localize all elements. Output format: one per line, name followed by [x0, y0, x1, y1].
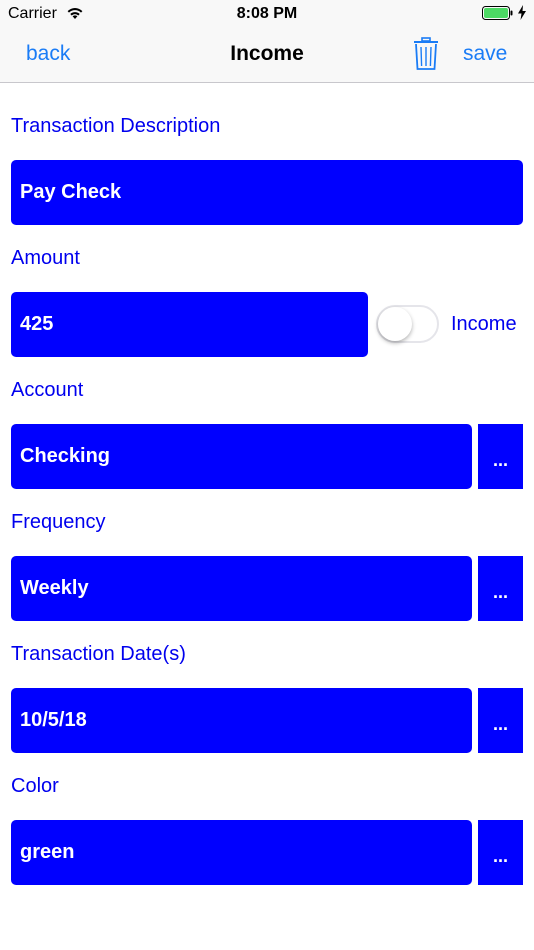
income-toggle-label: Income [451, 313, 517, 335]
frequency-more-button[interactable]: ... [478, 556, 523, 621]
color-field[interactable]: green [11, 820, 472, 885]
account-field[interactable]: Checking [11, 424, 472, 489]
color-label: Color [11, 775, 59, 797]
page-title: Income [230, 42, 304, 65]
clock: 8:08 PM [236, 5, 298, 22]
back-button[interactable]: back [26, 42, 70, 66]
description-field[interactable]: Pay Check [11, 160, 523, 225]
amount-label: Amount [11, 247, 80, 269]
battery-icon [482, 6, 513, 20]
date-more-button[interactable]: ... [478, 688, 523, 753]
color-more-button[interactable]: ... [478, 820, 523, 885]
date-label: Transaction Date(s) [11, 643, 186, 665]
date-field[interactable]: 10/5/18 [11, 688, 472, 753]
trash-icon[interactable] [413, 37, 439, 71]
amount-field[interactable]: 425 [11, 292, 368, 357]
account-label: Account [11, 379, 84, 401]
frequency-label: Frequency [11, 511, 106, 533]
frequency-field[interactable]: Weekly [11, 556, 472, 621]
income-toggle[interactable] [376, 305, 439, 343]
bolt-icon [518, 5, 526, 20]
description-label: Transaction Description [11, 115, 221, 137]
account-more-button[interactable]: ... [478, 424, 523, 489]
navigation-bar: back Income save [0, 28, 534, 83]
save-button[interactable]: save [463, 42, 507, 66]
toggle-knob [378, 307, 412, 341]
status-bar: Carrier 8:08 PM [0, 0, 534, 28]
